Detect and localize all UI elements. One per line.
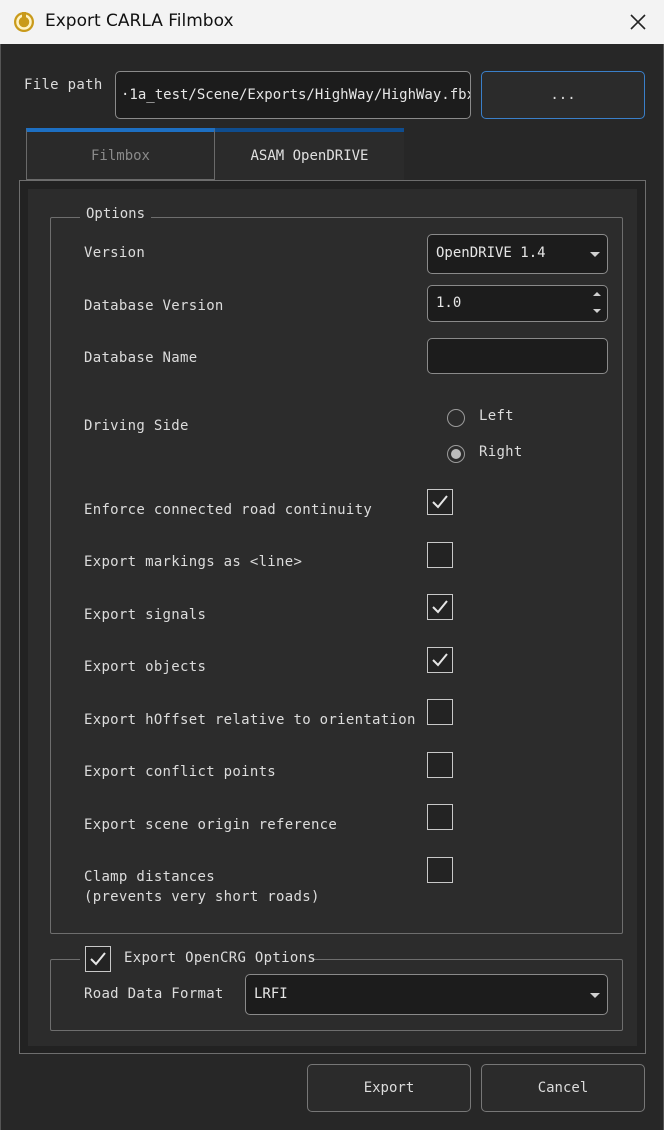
export-conflict-points-label: Export conflict points xyxy=(84,764,277,780)
export-button[interactable]: Export xyxy=(307,1064,471,1112)
driving-side-label: Driving Side xyxy=(84,418,189,434)
radio-selected-dot xyxy=(451,449,461,459)
database-name-input[interactable] xyxy=(427,338,608,374)
export-conflict-points-checkbox[interactable] xyxy=(427,752,453,778)
export-opencrg-checkbox[interactable] xyxy=(85,946,111,972)
chevron-down-icon xyxy=(590,252,600,257)
export-scene-origin-label: Export scene origin reference xyxy=(84,817,338,833)
checkmark-icon xyxy=(432,600,448,614)
export-markings-label: Export markings as <line> xyxy=(84,554,303,570)
cancel-button[interactable]: Cancel xyxy=(481,1064,645,1112)
close-button[interactable] xyxy=(618,5,658,39)
title-bar: Export CARLA Filmbox xyxy=(0,0,664,44)
window-title: Export CARLA Filmbox xyxy=(45,11,234,31)
version-select[interactable]: OpenDRIVE 1.4 xyxy=(427,234,608,274)
road-data-format-value: LRFI xyxy=(254,986,288,1002)
radio-left-label: Left xyxy=(479,408,514,424)
export-signals-label: Export signals xyxy=(84,607,207,623)
export-objects-label: Export objects xyxy=(84,659,207,675)
version-select-value: OpenDRIVE 1.4 xyxy=(436,245,546,261)
tab-filmbox[interactable]: Filmbox xyxy=(26,128,215,180)
chevron-down-icon xyxy=(590,993,600,998)
carla-logo-icon xyxy=(13,11,35,33)
clamp-distances-label: Clamp distances xyxy=(84,869,215,885)
database-version-label: Database Version xyxy=(84,298,224,314)
export-markings-checkbox[interactable] xyxy=(427,542,453,568)
database-version-value: 1.0 xyxy=(436,295,462,311)
spin-up-icon[interactable] xyxy=(591,290,603,298)
road-data-format-select[interactable]: LRFI xyxy=(245,974,608,1015)
road-data-format-label: Road Data Format xyxy=(84,986,224,1002)
export-hoffset-checkbox[interactable] xyxy=(427,699,453,725)
clamp-distances-checkbox[interactable] xyxy=(427,857,453,883)
radio-right[interactable] xyxy=(447,445,465,463)
checkmark-icon xyxy=(90,952,106,966)
clamp-distances-sublabel: (prevents very short roads) xyxy=(84,889,320,905)
radio-right-label: Right xyxy=(479,444,523,460)
export-scene-origin-checkbox[interactable] xyxy=(427,804,453,830)
export-signals-checkbox[interactable] xyxy=(427,594,453,620)
opencrg-title: Export OpenCRG Options xyxy=(124,950,317,966)
file-path-input[interactable]: ·1a_test/Scene/Exports/HighWay/HighWay.f… xyxy=(115,71,471,119)
browse-button[interactable]: ... xyxy=(481,71,645,119)
options-group-title: Options xyxy=(80,206,152,222)
enforce-continuity-checkbox[interactable] xyxy=(427,489,453,515)
tab-asam-opendrive[interactable]: ASAM OpenDRIVE xyxy=(215,128,404,180)
close-icon xyxy=(630,14,646,30)
enforce-continuity-label: Enforce connected road continuity xyxy=(84,502,373,518)
database-version-spinbox[interactable]: 1.0 xyxy=(427,285,608,322)
export-hoffset-label: Export hOffset relative to orientation xyxy=(84,712,416,728)
spin-down-icon[interactable] xyxy=(591,307,603,315)
radio-left[interactable] xyxy=(447,409,465,427)
checkmark-icon xyxy=(432,653,448,667)
checkmark-icon xyxy=(432,495,448,509)
file-path-label: File path xyxy=(24,77,103,93)
export-objects-checkbox[interactable] xyxy=(427,647,453,673)
version-label: Version xyxy=(84,245,146,261)
database-name-label: Database Name xyxy=(84,350,198,366)
